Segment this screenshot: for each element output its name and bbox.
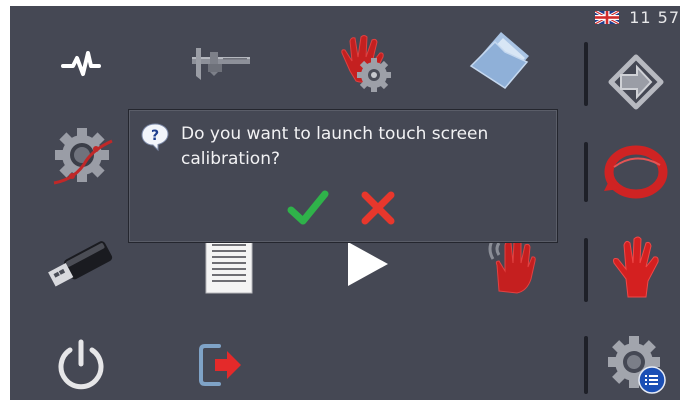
side-separator	[584, 142, 588, 202]
clock: 11 57	[629, 7, 680, 27]
play-icon	[348, 242, 388, 286]
hand-gear-icon	[341, 35, 391, 92]
measure-settings-button[interactable]	[36, 116, 126, 196]
system-settings-button[interactable]	[594, 324, 678, 400]
next-button[interactable]	[594, 42, 678, 122]
cancel-button[interactable]	[355, 186, 401, 230]
question-icon: ?	[141, 123, 169, 152]
dialog-message: Do you want to launch touch screen calib…	[181, 124, 489, 169]
caliper-icon	[192, 48, 250, 80]
svg-text:?: ?	[151, 128, 159, 144]
usb-button[interactable]	[36, 224, 126, 304]
caliper-button[interactable]	[176, 24, 266, 104]
settings-list-icon	[608, 336, 666, 394]
side-separator	[584, 42, 588, 106]
hand-settings-button[interactable]	[322, 24, 412, 104]
usb-drive-icon	[48, 241, 113, 287]
logout-button[interactable]	[176, 324, 266, 400]
signal-button[interactable]	[36, 24, 126, 104]
power-button[interactable]	[36, 324, 126, 400]
gear-measure-icon	[53, 128, 113, 185]
touch-screen: 11 57 ? Do you want to launch touch scre…	[10, 6, 680, 400]
checkmark-icon	[287, 190, 329, 225]
power-icon	[58, 339, 104, 390]
cross-icon	[361, 191, 395, 225]
glove-button[interactable]	[594, 228, 678, 308]
uk-flag-icon[interactable]	[595, 10, 620, 24]
folder-button[interactable]	[456, 20, 546, 100]
logout-icon	[199, 344, 241, 386]
refresh-button[interactable]	[594, 132, 678, 212]
pulse-icon	[61, 51, 101, 76]
confirm-button[interactable]	[285, 186, 331, 230]
side-separator	[584, 238, 588, 302]
red-glove-icon	[613, 236, 659, 298]
side-separator	[584, 336, 588, 394]
refresh-icon	[604, 145, 668, 199]
calibration-dialog: ? Do you want to launch touch screen cal…	[128, 109, 558, 243]
status-bar: 11 57	[595, 6, 680, 28]
next-arrow-icon	[608, 54, 664, 110]
folder-icon	[469, 32, 529, 89]
